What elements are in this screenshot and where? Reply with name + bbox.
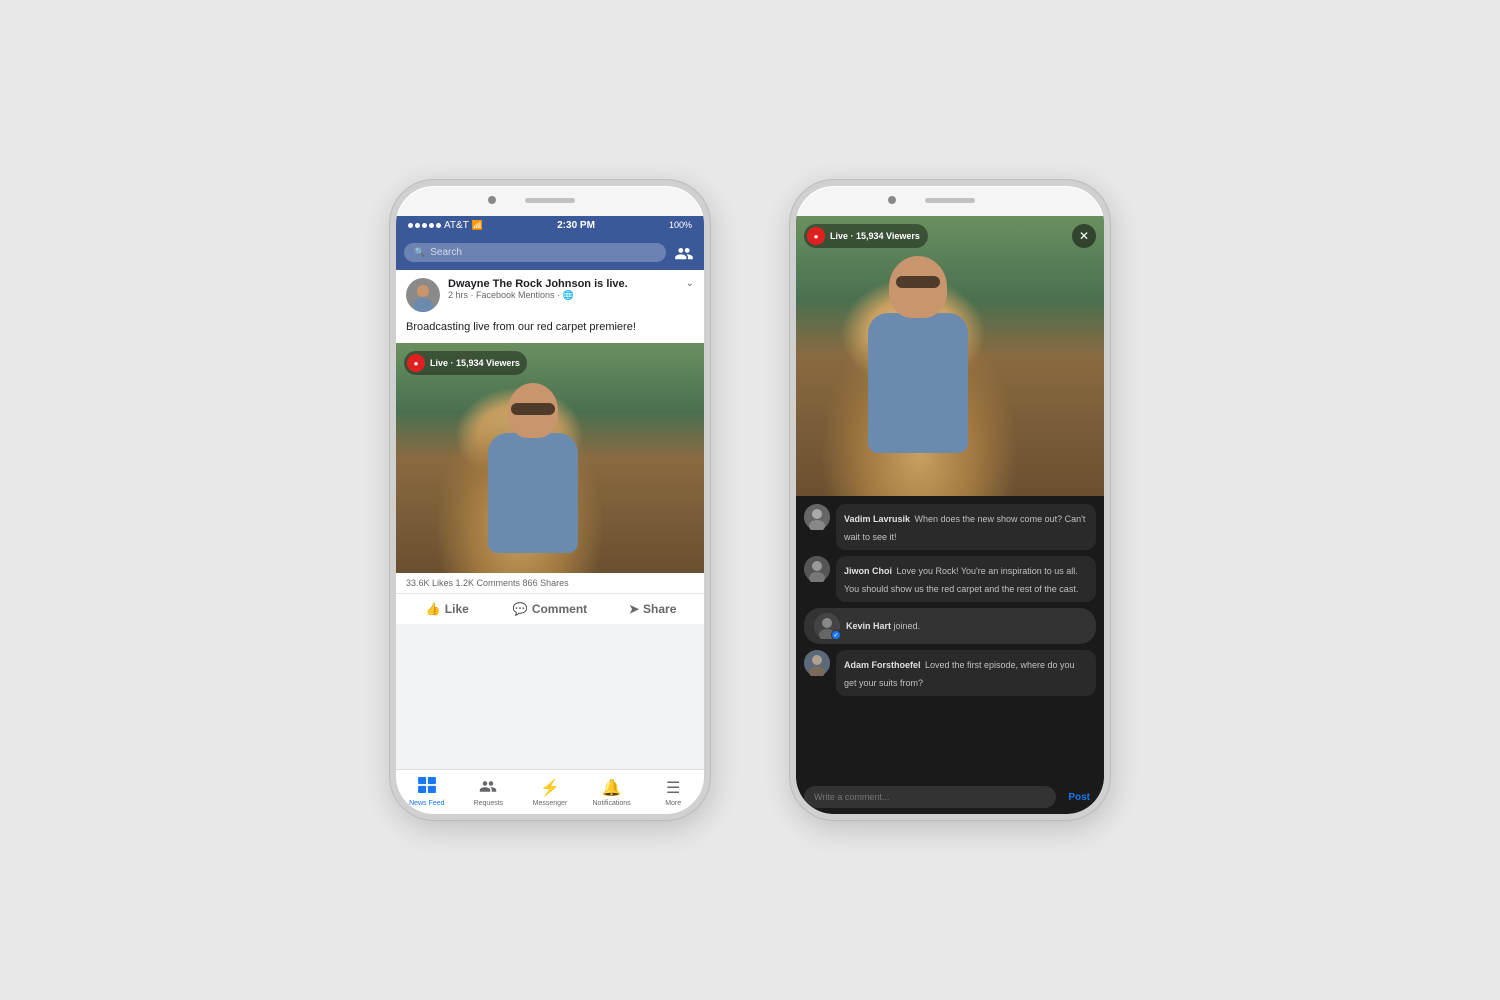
nav-item-notifications[interactable]: 🔔 Notifications	[581, 774, 643, 810]
post-actions: 👍 Like 💬 Comment ➤ Share	[396, 594, 704, 624]
post-comment-button[interactable]: Post	[1062, 788, 1096, 807]
requests-label: Requests	[474, 800, 504, 807]
nav-item-more[interactable]: ☰ More	[642, 774, 704, 810]
post-submeta: 2 hrs · Facebook Mentions · 🌐	[448, 290, 678, 301]
comment-input-row: Post	[796, 780, 1104, 814]
comment-icon: 💬	[513, 602, 528, 616]
comment-bubble-2: Jiwon Choi Love you Rock! You're an insp…	[836, 556, 1096, 602]
newsfeed-icon	[418, 777, 436, 798]
phone-1-camera	[488, 196, 496, 204]
nav-item-requests[interactable]: Requests	[458, 774, 520, 810]
live-video-image	[396, 343, 704, 573]
bottom-navigation: News Feed Requests ⚡ Messenger 🔔	[396, 769, 704, 814]
live-fullscreen-view: ● Live · 15,934 Viewers ✕ Vadim	[796, 216, 1104, 814]
search-icon: 🔍	[414, 247, 425, 258]
live-header-full: ● Live · 15,934 Viewers ✕	[804, 224, 1096, 248]
phone-1-screen: AT&T 📶 2:30 PM 100% 🔍 Search	[396, 216, 704, 814]
phone-1: AT&T 📶 2:30 PM 100% 🔍 Search	[390, 180, 710, 820]
person-silhouette	[473, 383, 593, 573]
comment-avatar-3	[804, 650, 830, 676]
signal-dots	[408, 223, 441, 228]
comments-section: Vadim Lavrusik When does the new show co…	[796, 496, 1104, 780]
live-label-full: Live · 15,934 Viewers	[830, 231, 920, 241]
person-head-full	[889, 256, 947, 318]
share-icon: ➤	[629, 602, 639, 616]
like-button[interactable]: 👍 Like	[396, 597, 499, 621]
commenter-name-2: Jiwon Choi	[844, 566, 892, 576]
live-dot-icon: ●	[407, 354, 425, 372]
signal-area: AT&T 📶	[408, 220, 483, 231]
live-badge-full: ● Live · 15,934 Viewers	[804, 224, 928, 248]
post-header: Dwayne The Rock Johnson is live. 2 hrs ·…	[396, 270, 704, 320]
feed-content: Dwayne The Rock Johnson is live. 2 hrs ·…	[396, 270, 704, 769]
comment-button[interactable]: 💬 Comment	[499, 597, 602, 621]
phone-2: ● Live · 15,934 Viewers ✕ Vadim	[790, 180, 1110, 820]
chevron-down-icon[interactable]: ⌄	[686, 278, 694, 289]
post-avatar	[406, 278, 440, 312]
nav-item-newsfeed[interactable]: News Feed	[396, 774, 458, 810]
signal-dot	[436, 223, 441, 228]
person-body-full	[868, 313, 968, 453]
live-video-full: ● Live · 15,934 Viewers ✕	[796, 216, 1104, 496]
phone-2-camera	[888, 196, 896, 204]
comment-label: Comment	[532, 602, 587, 616]
more-label: More	[665, 800, 681, 807]
share-button[interactable]: ➤ Share	[601, 597, 704, 621]
requests-icon	[479, 777, 497, 798]
join-text: Kevin Hart joined.	[846, 621, 920, 631]
join-notification: ✓ Kevin Hart joined.	[804, 608, 1096, 644]
carrier-label: AT&T	[444, 220, 469, 231]
comment-avatar-2	[804, 556, 830, 582]
live-dot-icon-full: ●	[807, 227, 825, 245]
comment-bubble-1: Vadim Lavrusik When does the new show co…	[836, 504, 1096, 550]
signal-dot	[422, 223, 427, 228]
more-icon: ☰	[666, 778, 680, 798]
signal-dot	[429, 223, 434, 228]
newsfeed-label: News Feed	[409, 800, 444, 807]
comment-item: Adam Forsthoefel Loved the first episode…	[804, 650, 1096, 696]
live-label: Live · 15,934 Viewers	[430, 358, 520, 368]
post-meta: Dwayne The Rock Johnson is live. 2 hrs ·…	[448, 278, 678, 301]
like-icon: 👍	[426, 602, 441, 616]
person-body	[488, 433, 578, 553]
nav-item-messenger[interactable]: ⚡ Messenger	[519, 774, 581, 810]
messenger-label: Messenger	[533, 800, 568, 807]
live-badge: ● Live · 15,934 Viewers	[404, 351, 527, 375]
share-label: Share	[643, 602, 676, 616]
friend-request-icon[interactable]	[672, 240, 696, 264]
commenter-name-3: Adam Forsthoefel	[844, 660, 921, 670]
glasses	[511, 403, 555, 415]
battery-label: 100%	[669, 220, 692, 230]
phone-2-screen: ● Live · 15,934 Viewers ✕ Vadim	[796, 216, 1104, 814]
post-username: Dwayne The Rock Johnson is live.	[448, 278, 678, 290]
person-head	[508, 383, 558, 438]
commenter-name-1: Vadim Lavrusik	[844, 514, 910, 524]
facebook-header: 🔍 Search	[396, 234, 704, 270]
search-placeholder: Search	[430, 247, 462, 258]
notifications-icon: 🔔	[602, 778, 622, 798]
signal-dot	[415, 223, 420, 228]
post-stats: 33.6K Likes 1.2K Comments 866 Shares	[396, 573, 704, 594]
post-card: Dwayne The Rock Johnson is live. 2 hrs ·…	[396, 270, 704, 624]
comment-bubble-3: Adam Forsthoefel Loved the first episode…	[836, 650, 1096, 696]
person-silhouette-full	[858, 256, 978, 496]
wifi-icon: 📶	[472, 220, 483, 231]
verified-icon: ✓	[831, 630, 841, 640]
glasses-full	[896, 276, 940, 288]
post-text: Broadcasting live from our red carpet pr…	[396, 320, 704, 343]
comment-item: Vadim Lavrusik When does the new show co…	[804, 504, 1096, 550]
status-bar-1: AT&T 📶 2:30 PM 100%	[396, 216, 704, 234]
notifications-label: Notifications	[593, 800, 631, 807]
join-avatar: ✓	[814, 613, 840, 639]
time-label: 2:30 PM	[557, 220, 595, 231]
comment-avatar-1	[804, 504, 830, 530]
comment-item: Jiwon Choi Love you Rock! You're an insp…	[804, 556, 1096, 602]
like-label: Like	[445, 602, 469, 616]
close-live-button[interactable]: ✕	[1072, 224, 1096, 248]
signal-dot	[408, 223, 413, 228]
messenger-icon: ⚡	[540, 778, 560, 798]
search-bar[interactable]: 🔍 Search	[404, 243, 666, 262]
live-video-thumbnail[interactable]: ● Live · 15,934 Viewers	[396, 343, 704, 573]
comment-input[interactable]	[804, 786, 1056, 808]
